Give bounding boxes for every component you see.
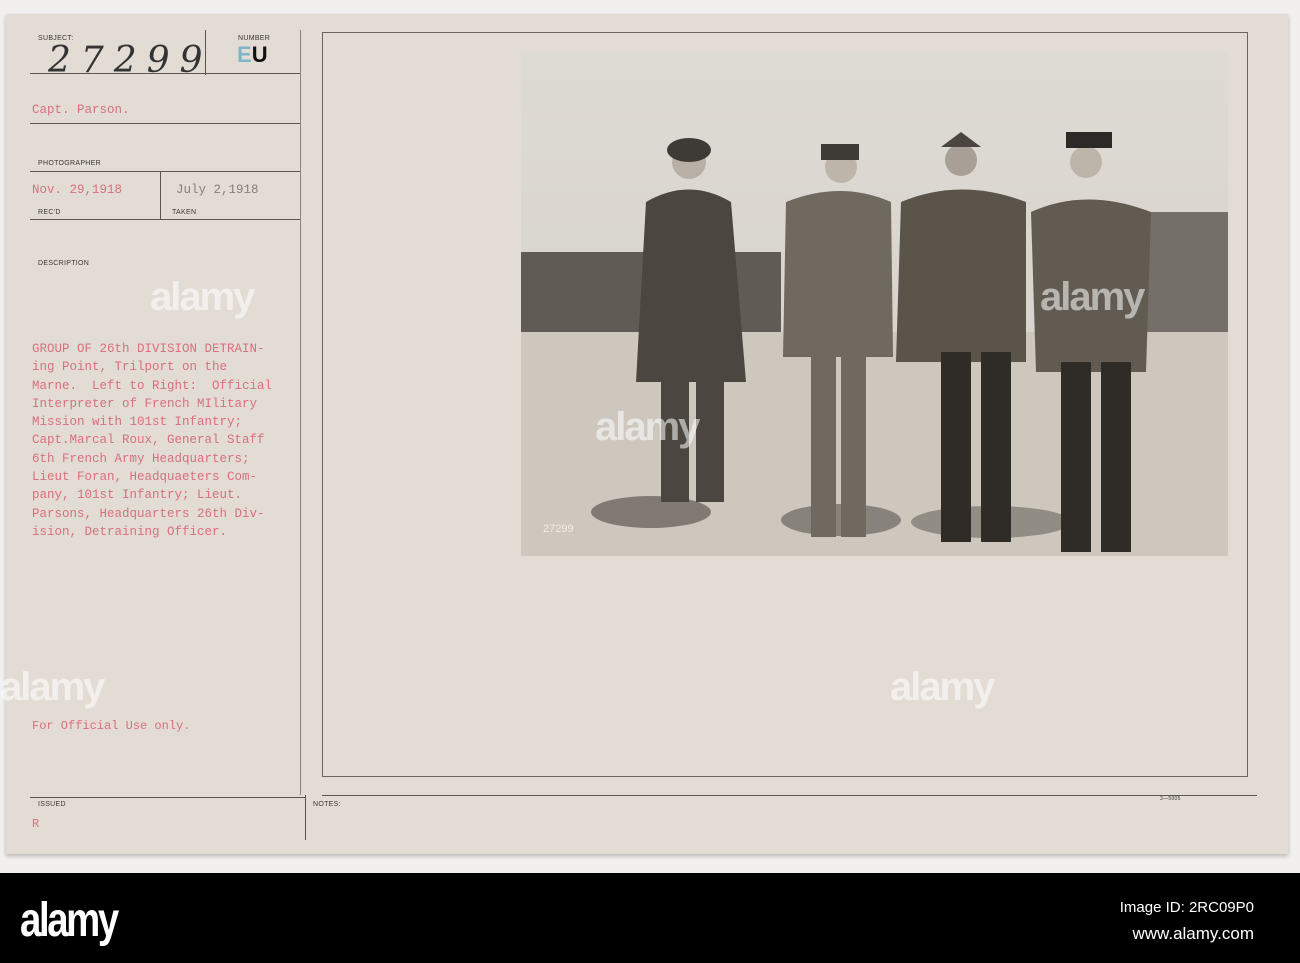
divider — [30, 797, 305, 798]
watermark: alamy — [595, 405, 700, 449]
issued-label: ISSUED — [38, 801, 66, 808]
description-line: Mission with 101st Infantry; — [32, 415, 243, 430]
description-line: GROUP OF 26th DIVISION DETRAIN- — [32, 342, 265, 356]
description-line: ing Point, Trilport on the — [32, 360, 228, 375]
divider — [160, 171, 161, 220]
divider — [205, 30, 206, 75]
received-label: REC'D — [38, 209, 61, 216]
alamy-logo: alamy — [20, 894, 119, 947]
description-line: 6th French Army Headquarters; — [32, 451, 250, 466]
photographer-label: PHOTOGRAPHER — [38, 160, 101, 167]
subject-number: 27299 — [48, 40, 213, 81]
watermark: alamy — [1040, 275, 1145, 319]
description-line: Interpreter of French MIlitary — [32, 396, 258, 411]
number-code-suffix: U — [251, 42, 268, 67]
description-line: ision, Detraining Officer. — [32, 524, 228, 539]
number-code-prefix: E — [237, 42, 252, 67]
received-date: Nov. 29,1918 — [32, 183, 123, 197]
watermark: alamy — [150, 275, 255, 319]
divider — [30, 73, 300, 74]
trees — [1141, 212, 1228, 342]
divider — [30, 123, 300, 124]
description-line: Parsons, Headquarters 26th Div- — [32, 506, 265, 521]
watermark: alamy — [890, 665, 995, 709]
divider — [30, 171, 300, 172]
watermark: alamy — [0, 665, 105, 709]
description-line: Lieut Foran, Headquaeters Com- — [32, 470, 258, 485]
divider — [305, 795, 306, 840]
description-line: pany, 101st Infantry; Lieut. — [32, 488, 243, 503]
photographer-name: Capt. Parson. — [32, 103, 130, 117]
description-line: Capt.Marcal Roux, General Staff — [32, 433, 265, 448]
divider — [322, 795, 1257, 796]
number-code: EU — [237, 42, 268, 68]
notes-label: NOTES: — [313, 801, 341, 808]
column-divider — [300, 30, 301, 795]
footer-bar — [0, 873, 1300, 963]
photo-stamp: 27299 — [543, 523, 574, 535]
official-use-note: For Official Use only. — [32, 719, 191, 733]
divider — [30, 219, 300, 220]
description-label: DESCRIPTION — [38, 260, 90, 267]
footer-info: Image ID: 2RC09P0 www.alamy.com — [1120, 895, 1254, 947]
number-label: NUMBER — [238, 35, 271, 42]
issued-value: R — [32, 817, 40, 831]
image-id: Image ID: 2RC09P0 — [1119, 899, 1254, 916]
form-number: 3—5005 — [1160, 796, 1181, 802]
description-text: GROUP OF 26th DIVISION DETRAIN- ing Poin… — [32, 340, 272, 541]
taken-label: TAKEN — [172, 209, 197, 216]
description-line: Marne. Left to Right: Official — [32, 378, 273, 393]
site-url[interactable]: www.alamy.com — [1120, 921, 1254, 947]
taken-date: July 2,1918 — [176, 183, 259, 197]
